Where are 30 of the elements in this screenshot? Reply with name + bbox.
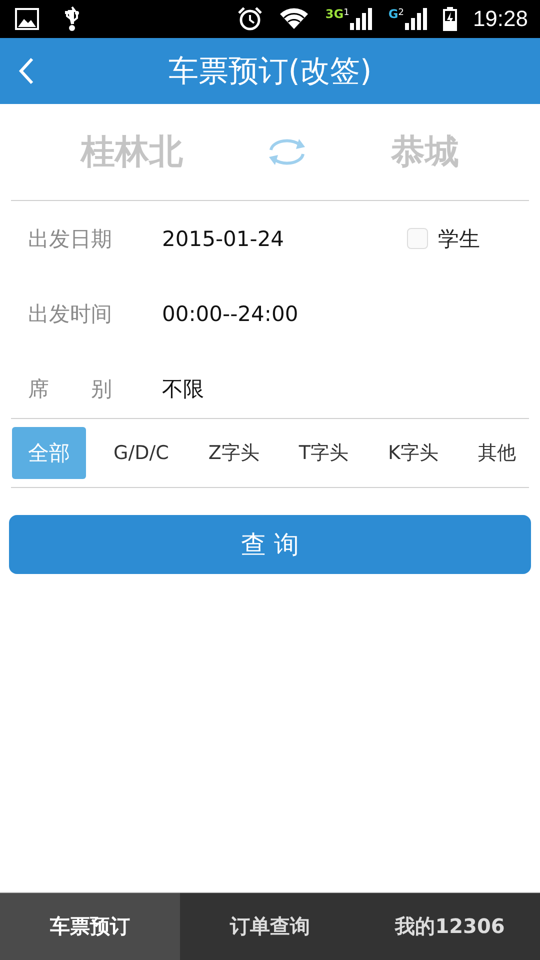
nav-tab[interactable]: 我的12306 xyxy=(360,893,540,960)
network-type: G xyxy=(388,8,398,20)
clock-time: 19:28 xyxy=(472,6,528,32)
signal-icon xyxy=(350,8,372,30)
field-label: 出发时间 xyxy=(28,300,113,328)
alarm-icon xyxy=(237,6,264,32)
battery-charging-icon xyxy=(442,7,457,31)
train-type-tab[interactable]: Z字头 xyxy=(196,427,272,479)
field-label: 席 别 xyxy=(28,376,113,402)
field-value[interactable]: 00:00--24:00 xyxy=(162,302,510,326)
network-type: 3G xyxy=(325,8,344,20)
train-type-tab[interactable]: K字头 xyxy=(376,427,450,479)
nav-tab[interactable]: 订单查询 xyxy=(180,893,360,960)
sim-number: 1 xyxy=(344,8,350,18)
train-type-tab[interactable]: G/D/C xyxy=(101,427,181,479)
wifi-icon xyxy=(279,8,310,30)
back-icon xyxy=(18,57,34,85)
nav-tab[interactable]: 车票预订 xyxy=(0,893,180,960)
sim-number: 2 xyxy=(398,8,404,18)
field-label: 出发日期 xyxy=(28,226,113,252)
signal-icon xyxy=(404,8,427,30)
train-type-tab[interactable]: 其他 xyxy=(466,427,528,479)
train-type-tab[interactable]: T字头 xyxy=(286,427,361,479)
usb-icon xyxy=(63,6,81,32)
student-checkbox[interactable]: 学生 xyxy=(407,224,480,252)
field-value[interactable]: 2015-01-24 xyxy=(162,226,407,250)
page-title: 车票预订(改签) xyxy=(168,52,372,90)
image-icon xyxy=(15,8,39,30)
search-button[interactable]: 查 询 xyxy=(9,515,531,574)
field-value[interactable]: 不限 xyxy=(162,374,510,402)
